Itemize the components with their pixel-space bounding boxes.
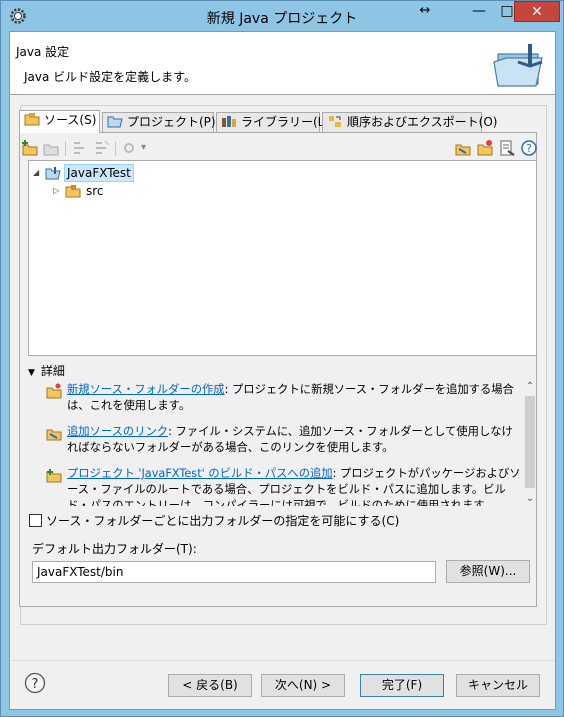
- finish-button[interactable]: 完了(F): [360, 674, 444, 697]
- details-heading: 詳細: [40, 364, 65, 378]
- source-folder-icon: [24, 113, 40, 126]
- link-source-icon: [46, 429, 62, 441]
- link-additional-source-link[interactable]: 追加ソースのリンク: [67, 425, 168, 438]
- wizard-description: Java ビルド設定を定義します。: [24, 70, 196, 84]
- new-source-folder-icon: [46, 383, 62, 399]
- next-button[interactable]: 次へ(N) >: [261, 674, 345, 697]
- per-folder-output-option[interactable]: ソース・フォルダーごとに出力フォルダーの指定を可能にする(C): [29, 514, 399, 528]
- tree-node-label: src: [86, 184, 104, 198]
- details-toggle[interactable]: ▼ 詳細: [28, 362, 65, 379]
- source-toolbar: ▾ ?: [21, 139, 541, 159]
- checkbox-label: ソース・フォルダーごとに出力フォルダーの指定を可能にする(C): [46, 514, 400, 528]
- library-icon: [222, 116, 236, 127]
- svg-text:?: ?: [526, 142, 532, 155]
- source-tree[interactable]: ◢ JavaFXTest ▷ src: [28, 160, 537, 356]
- title-bar[interactable]: 新規 Java プロジェクト ↔ — □ ✕: [1, 1, 563, 31]
- tab-order-export[interactable]: 順序およびエクスポート(O): [322, 112, 497, 132]
- package-folder-icon: [65, 185, 81, 198]
- project-folder-icon: [45, 167, 61, 180]
- tab-projects[interactable]: プロジェクト(P): [102, 112, 216, 132]
- expand-toggle-icon[interactable]: ◢: [33, 164, 43, 182]
- toolbar-separator: [115, 141, 116, 156]
- back-button[interactable]: < 戻る(B): [168, 674, 252, 697]
- add-folder-icon[interactable]: [21, 139, 39, 157]
- configure-disabled-icon: [124, 143, 134, 153]
- include-disabled-icon: [74, 142, 84, 154]
- output-folder-label: デフォルト出力フォルダー(T):: [32, 542, 197, 556]
- details-pane: 新規ソース・フォルダーの作成: プロジェクトに新規ソース・フォルダーを追加する場…: [38, 380, 538, 506]
- close-button[interactable]: ✕: [514, 1, 560, 22]
- tree-node-label: JavaFXTest: [64, 164, 134, 182]
- scroll-down-icon[interactable]: ⌄: [522, 492, 538, 506]
- wizard-header: Java 設定 Java ビルド設定を定義します。: [10, 32, 555, 95]
- collapse-toggle-icon[interactable]: ▷: [53, 182, 63, 200]
- build-path-icon: [46, 469, 62, 483]
- svg-text:?: ?: [32, 677, 39, 692]
- link-source-icon[interactable]: [498, 139, 516, 157]
- wizard-title: Java 設定: [16, 45, 70, 59]
- dialog-window: 新規 Java プロジェクト ↔ — □ ✕ Java 設定 Java ビルド設…: [0, 0, 564, 717]
- order-export-icon: [329, 116, 341, 127]
- footer-divider: [10, 660, 555, 661]
- create-source-folder-link[interactable]: 新規ソース・フォルダーの作成: [67, 383, 225, 396]
- output-folder-input[interactable]: JavaFXTest/bin: [32, 561, 436, 583]
- scroll-thumb[interactable]: [525, 396, 535, 488]
- help-icon[interactable]: ?: [24, 672, 46, 694]
- java-project-folder-icon: [493, 44, 543, 87]
- scroll-up-icon[interactable]: ⌃: [522, 380, 538, 394]
- add-variable-icon[interactable]: [454, 139, 472, 157]
- link-source-disabled-icon: [43, 144, 59, 156]
- exclude-disabled-icon: [96, 140, 110, 154]
- chevron-down-icon: ▾: [141, 142, 147, 153]
- add-to-build-path-link[interactable]: プロジェクト 'JavaFXTest' のビルド・パスへの追加: [67, 467, 333, 480]
- toolbar-separator: [65, 141, 66, 156]
- new-source-folder-icon[interactable]: [476, 139, 494, 157]
- resize-icon: ↔: [419, 3, 431, 18]
- minimize-button[interactable]: —: [466, 2, 492, 22]
- project-icon: [107, 116, 123, 128]
- browse-button[interactable]: 参照(W)...: [446, 560, 530, 583]
- tab-source[interactable]: ソース(S): [19, 110, 100, 133]
- dialog-client-area: Java 設定 Java ビルド設定を定義します。 ソース(S) プロジェクト(…: [9, 31, 556, 710]
- details-scrollbar[interactable]: ⌃ ⌄: [522, 380, 538, 506]
- help-icon[interactable]: ?: [520, 139, 538, 157]
- tab-libraries[interactable]: ライブラリー(L): [216, 112, 329, 132]
- per-folder-output-checkbox[interactable]: [29, 514, 42, 527]
- cancel-button[interactable]: キャンセル: [456, 674, 540, 697]
- collapse-arrow-icon: ▼: [28, 368, 35, 378]
